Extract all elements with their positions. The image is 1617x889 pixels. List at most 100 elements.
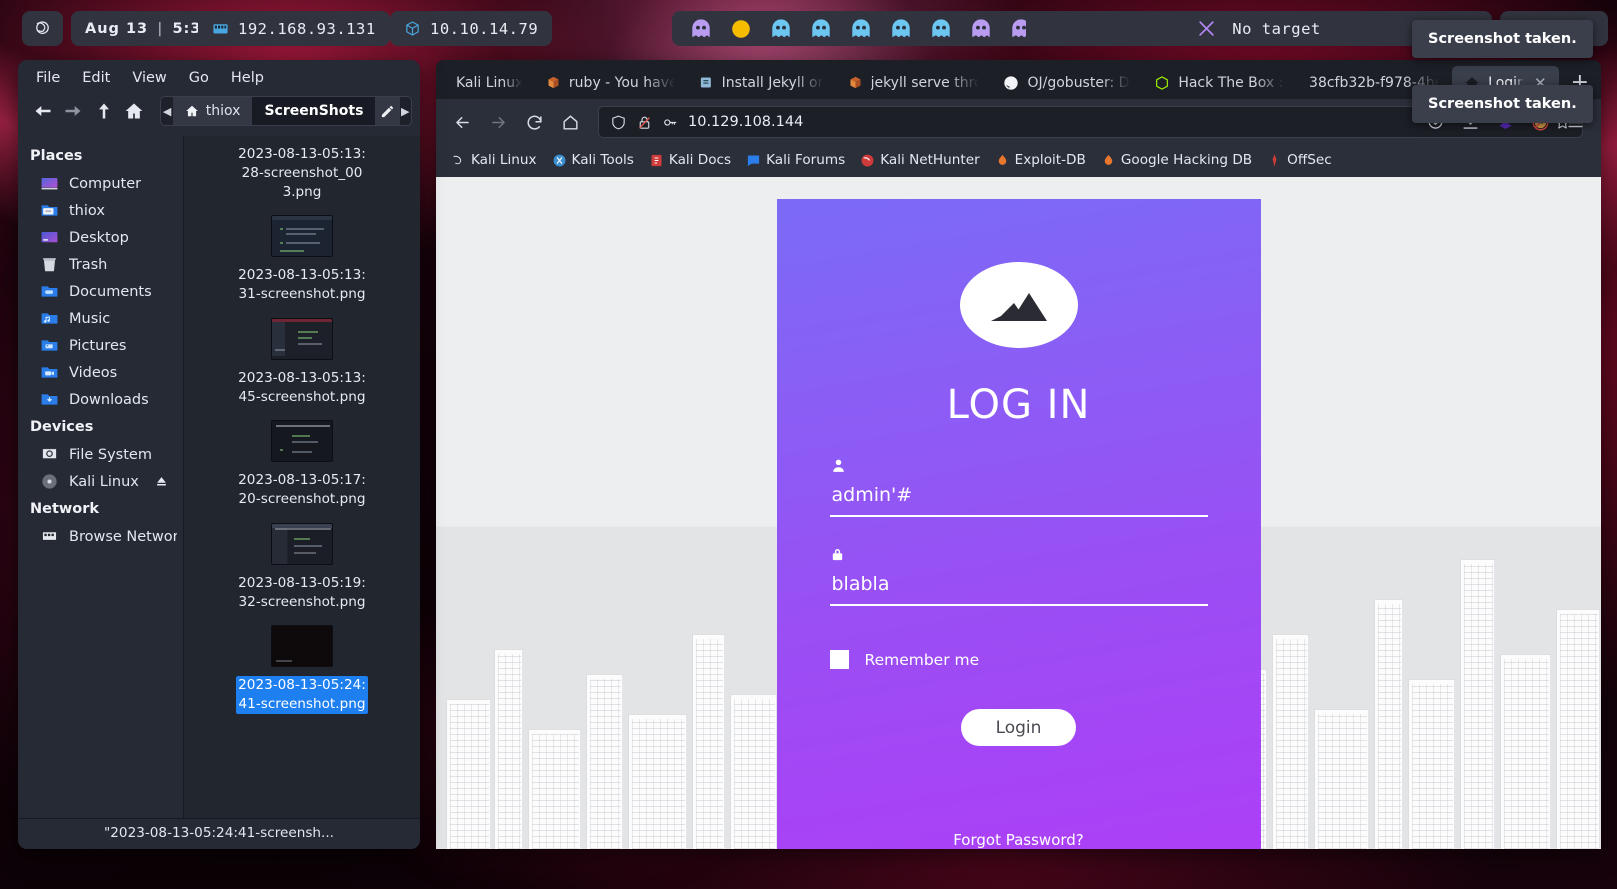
file-manager-window[interactable]: File Edit View Go Help ◀ thiox ScreenSho… xyxy=(18,60,420,849)
file-manager-toolbar: ◀ thiox ScreenShots ▶ xyxy=(18,92,420,136)
remember-me-checkbox[interactable] xyxy=(829,650,849,670)
key-icon[interactable] xyxy=(662,114,679,131)
home-icon[interactable] xyxy=(554,106,586,138)
username-input[interactable]: admin'# xyxy=(830,474,1208,515)
workspace-ghost-4[interactable] xyxy=(810,18,832,40)
sidebar-item-trash[interactable]: Trash xyxy=(18,251,183,278)
workspace-ghost-3[interactable] xyxy=(770,18,792,40)
file-list-icon-view[interactable]: 2023-08-13-05:13:28-screenshot_003.png 2… xyxy=(183,136,420,818)
browser-tab[interactable]: ruby - You have xyxy=(534,66,687,99)
lock-crossed-icon[interactable] xyxy=(636,114,653,131)
sidebar-item-documents[interactable]: Documents xyxy=(18,278,183,305)
username-field-group[interactable]: admin'# xyxy=(829,454,1208,518)
browser-tab[interactable]: OJ/gobuster: Di xyxy=(991,66,1142,99)
bookmark-kali-docs[interactable]: Kali Docs xyxy=(644,150,736,170)
kali-dragon-icon xyxy=(33,19,52,38)
breadcrumb-current[interactable]: ScreenShots xyxy=(252,97,376,125)
tab-label: Install Jekyll on xyxy=(721,74,824,91)
password-input[interactable]: blabla xyxy=(830,563,1208,604)
back-icon[interactable] xyxy=(30,97,56,125)
remember-me-row[interactable]: Remember me xyxy=(829,650,1208,670)
vpn-ip-widget[interactable]: 10.10.14.79 xyxy=(390,11,553,46)
workspace-ghost-6[interactable] xyxy=(890,18,912,40)
sidebar-item-videos[interactable]: Videos xyxy=(18,359,183,386)
exploitdb-icon xyxy=(995,153,1010,168)
sidebar-item-downloads[interactable]: Downloads xyxy=(18,386,183,413)
workspace-ghost-7[interactable] xyxy=(930,18,952,40)
file-item[interactable]: 2023-08-13-05:13:28-screenshot_003.png xyxy=(184,136,420,209)
bookmark-exploit-db[interactable]: Exploit-DB xyxy=(990,150,1091,170)
forgot-password-link[interactable]: Forgot Password? xyxy=(953,831,1084,849)
file-thumbnail xyxy=(271,625,333,668)
password-field-group[interactable]: blabla xyxy=(829,543,1208,607)
bookmark-label: Kali Docs xyxy=(668,152,732,168)
network-icon xyxy=(212,20,229,37)
kali-menu-button[interactable] xyxy=(22,11,63,46)
sidebar-item-computer[interactable]: Computer xyxy=(18,170,183,197)
clock-separator: | xyxy=(157,20,164,37)
path-left-arrow-icon[interactable]: ◀ xyxy=(161,97,172,125)
workspace-ghost-8[interactable] xyxy=(970,18,992,40)
browser-tab[interactable]: Install Jekyll on xyxy=(687,66,836,99)
file-manager-sidebar: Places Computer thiox Desktop Trash Docu… xyxy=(18,136,183,818)
documents-folder-icon xyxy=(40,282,59,301)
sidebar-item-browse-network[interactable]: Browse Network xyxy=(18,523,183,550)
browser-tab[interactable]: Kali Linux xyxy=(444,66,534,99)
menu-help[interactable]: Help xyxy=(223,68,272,88)
tab-label: jekyll serve thro xyxy=(870,74,980,91)
sidebar-heading-places: Places xyxy=(30,148,83,164)
file-item[interactable]: 2023-08-13-05:13:45-screenshot.png xyxy=(184,312,420,415)
home-icon[interactable] xyxy=(121,97,147,125)
sidebar-heading-network: Network xyxy=(30,501,100,517)
sidebar-item-desktop[interactable]: Desktop xyxy=(18,224,183,251)
file-item[interactable]: 2023-08-13-05:17:20-screenshot.png xyxy=(184,414,420,517)
reload-icon[interactable] xyxy=(518,106,550,138)
sidebar-item-pictures[interactable]: Pictures xyxy=(18,332,183,359)
local-ip-widget[interactable]: 192.168.93.131 xyxy=(198,11,390,46)
bookmark-kali-tools[interactable]: Kali Tools xyxy=(547,150,639,170)
bookmark-kali-forums[interactable]: Kali Forums xyxy=(741,150,850,170)
file-name: 2023-08-13-05:24:41-screenshot.png xyxy=(236,676,368,714)
sidebar-item-file-system[interactable]: File System xyxy=(18,441,183,468)
bookmark-kali-nethunter[interactable]: Kali NetHunter xyxy=(855,150,984,170)
disc-icon xyxy=(40,472,59,491)
workspace-switcher[interactable] xyxy=(672,11,1050,46)
sidebar-item-music[interactable]: Music xyxy=(18,305,183,332)
firefox-window[interactable]: Kali Linux ruby - You have Install Jekyl… xyxy=(436,60,1601,849)
path-right-arrow-icon[interactable]: ▶ xyxy=(400,97,411,125)
login-button[interactable]: Login xyxy=(961,709,1076,746)
path-edit-button[interactable] xyxy=(375,97,400,125)
username-underline xyxy=(829,515,1208,518)
file-item[interactable]: 2023-08-13-05:24:41-screenshot.png xyxy=(184,619,420,722)
sidebar-item-thiox[interactable]: thiox xyxy=(18,197,183,224)
file-item[interactable]: 2023-08-13-05:19:32-screenshot.png xyxy=(184,517,420,620)
up-icon[interactable] xyxy=(91,97,117,125)
forward-arrow-icon[interactable] xyxy=(482,106,514,138)
logo-circle xyxy=(959,262,1078,349)
sidebar-item-kali-disc[interactable]: Kali Linux amd... xyxy=(18,468,183,495)
file-name: 2023-08-13-05:13:31-screenshot.png xyxy=(238,267,366,302)
workspace-ghost-1[interactable] xyxy=(690,18,712,40)
workspace-ghost-5[interactable] xyxy=(850,18,872,40)
menu-edit[interactable]: Edit xyxy=(74,68,118,88)
vpn-ip-value: 10.10.14.79 xyxy=(430,19,539,38)
bookmark-offsec[interactable]: OffSec xyxy=(1262,150,1337,170)
bookmark-kali-linux[interactable]: Kali Linux xyxy=(446,150,542,170)
sidebar-item-label: Music xyxy=(69,310,111,327)
browser-tab[interactable]: Hack The Box :: xyxy=(1142,66,1297,99)
bookmark-google-hacking-db[interactable]: Google Hacking DB xyxy=(1096,150,1257,170)
workspace-active-dot[interactable] xyxy=(730,18,752,40)
path-breadcrumb-bar[interactable]: ◀ thiox ScreenShots ▶ xyxy=(160,96,413,126)
sidebar-item-label: Pictures xyxy=(69,337,127,354)
breadcrumb-home[interactable]: thiox xyxy=(172,97,253,125)
menu-file[interactable]: File xyxy=(28,68,68,88)
forward-icon[interactable] xyxy=(60,97,86,125)
browser-tab[interactable]: jekyll serve thro xyxy=(836,66,992,99)
menu-go[interactable]: Go xyxy=(181,68,217,88)
tab-label: OJ/gobuster: Di xyxy=(1027,74,1131,91)
menu-view[interactable]: View xyxy=(124,68,174,88)
file-item[interactable]: 2023-08-13-05:13:31-screenshot.png xyxy=(184,209,420,312)
back-arrow-icon[interactable] xyxy=(446,106,478,138)
shield-icon[interactable] xyxy=(610,114,627,131)
eject-icon[interactable] xyxy=(154,474,177,489)
